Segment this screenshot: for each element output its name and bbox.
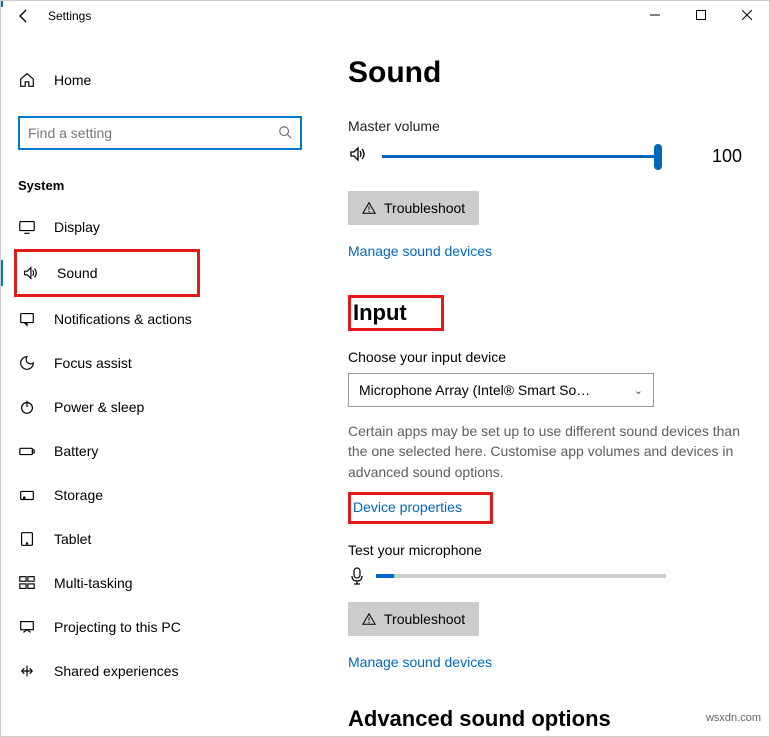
mic-level-fill — [376, 574, 394, 578]
display-icon — [18, 218, 36, 236]
nav-battery[interactable]: Battery — [14, 429, 302, 473]
test-mic-label: Test your microphone — [348, 542, 742, 558]
manage-output-devices-link[interactable]: Manage sound devices — [348, 243, 492, 259]
nav-storage[interactable]: Storage — [14, 473, 302, 517]
maximize-button[interactable] — [678, 0, 724, 30]
volume-value: 100 — [712, 146, 742, 167]
nav-display[interactable]: Display — [14, 205, 302, 249]
notifications-icon — [18, 310, 36, 328]
page-title: Sound — [348, 56, 742, 90]
device-properties-link[interactable]: Device properties — [353, 499, 462, 515]
arrow-left-icon — [16, 8, 32, 24]
search-box[interactable] — [18, 116, 302, 150]
nav-label: Display — [54, 219, 100, 235]
nav-tablet[interactable]: Tablet — [14, 517, 302, 561]
search-icon — [278, 125, 292, 142]
chevron-down-icon: ⌄ — [634, 384, 643, 397]
input-device-select[interactable]: Microphone Array (Intel® Smart So… ⌄ — [348, 373, 654, 407]
nav-list: Display Sound Notifications & actions Fo… — [18, 205, 302, 693]
input-description: Certain apps may be set up to use differ… — [348, 421, 742, 482]
warning-icon — [362, 201, 376, 215]
home-icon — [18, 71, 36, 89]
minimize-icon — [650, 10, 660, 20]
troubleshoot-input-button[interactable]: Troubleshoot — [348, 602, 479, 636]
window-controls — [632, 0, 770, 30]
maximize-icon — [696, 10, 706, 20]
home-label: Home — [54, 72, 91, 88]
search-input[interactable] — [28, 125, 278, 141]
storage-icon — [18, 486, 36, 504]
close-button[interactable] — [724, 0, 770, 30]
content: Sound Master volume 100 Troubleshoot Man… — [320, 32, 770, 737]
input-heading-highlight: Input — [348, 295, 444, 331]
nav-label: Storage — [54, 487, 103, 503]
slider-thumb[interactable] — [654, 144, 662, 170]
titlebar: Settings — [0, 0, 770, 32]
nav-power[interactable]: Power & sleep — [14, 385, 302, 429]
shared-icon — [18, 662, 36, 680]
nav-label: Battery — [54, 443, 98, 459]
warning-icon — [362, 612, 376, 626]
nav-label: Tablet — [54, 531, 91, 547]
back-button[interactable] — [8, 0, 40, 32]
master-volume-label: Master volume — [348, 118, 742, 134]
focus-icon — [18, 354, 36, 372]
advanced-heading: Advanced sound options — [348, 706, 742, 732]
nav-label: Projecting to this PC — [54, 619, 181, 635]
volume-row: 100 — [348, 144, 742, 169]
projecting-icon — [18, 618, 36, 636]
nav-sound[interactable]: Sound — [14, 249, 200, 297]
nav-multitasking[interactable]: Multi-tasking — [14, 561, 302, 605]
volume-slider[interactable] — [382, 146, 658, 168]
input-heading: Input — [353, 300, 407, 326]
tablet-icon — [18, 530, 36, 548]
slider-track-line — [382, 155, 658, 158]
troubleshoot-label: Troubleshoot — [384, 611, 465, 627]
sidebar: Home System Display Sound Notifications … — [0, 32, 320, 737]
close-icon — [742, 10, 752, 20]
nav-label: Sound — [57, 265, 97, 281]
battery-icon — [18, 442, 36, 460]
power-icon — [18, 398, 36, 416]
troubleshoot-output-button[interactable]: Troubleshoot — [348, 191, 479, 225]
window-title: Settings — [48, 9, 91, 23]
troubleshoot-label: Troubleshoot — [384, 200, 465, 216]
nav-projecting[interactable]: Projecting to this PC — [14, 605, 302, 649]
nav-label: Power & sleep — [54, 399, 144, 415]
manage-input-devices-link[interactable]: Manage sound devices — [348, 654, 492, 670]
watermark: wsxdn.com — [703, 711, 764, 725]
mic-test-row — [348, 566, 742, 586]
choose-input-label: Choose your input device — [348, 349, 742, 365]
device-properties-highlight: Device properties — [348, 492, 493, 524]
microphone-icon — [348, 566, 366, 586]
nav-focus-assist[interactable]: Focus assist — [14, 341, 302, 385]
nav-notifications[interactable]: Notifications & actions — [14, 297, 302, 341]
speaker-icon — [348, 144, 368, 169]
accent-strip — [0, 0, 3, 7]
nav-label: Notifications & actions — [54, 311, 192, 327]
nav-label: Multi-tasking — [54, 575, 133, 591]
sound-icon — [21, 264, 39, 282]
minimize-button[interactable] — [632, 0, 678, 30]
nav-label: Shared experiences — [54, 663, 179, 679]
input-device-value: Microphone Array (Intel® Smart So… — [359, 382, 590, 398]
multitask-icon — [18, 574, 36, 592]
nav-shared[interactable]: Shared experiences — [14, 649, 302, 693]
mic-level-bar — [376, 574, 666, 578]
home-nav[interactable]: Home — [18, 60, 302, 100]
section-title: System — [18, 178, 302, 193]
nav-label: Focus assist — [54, 355, 132, 371]
